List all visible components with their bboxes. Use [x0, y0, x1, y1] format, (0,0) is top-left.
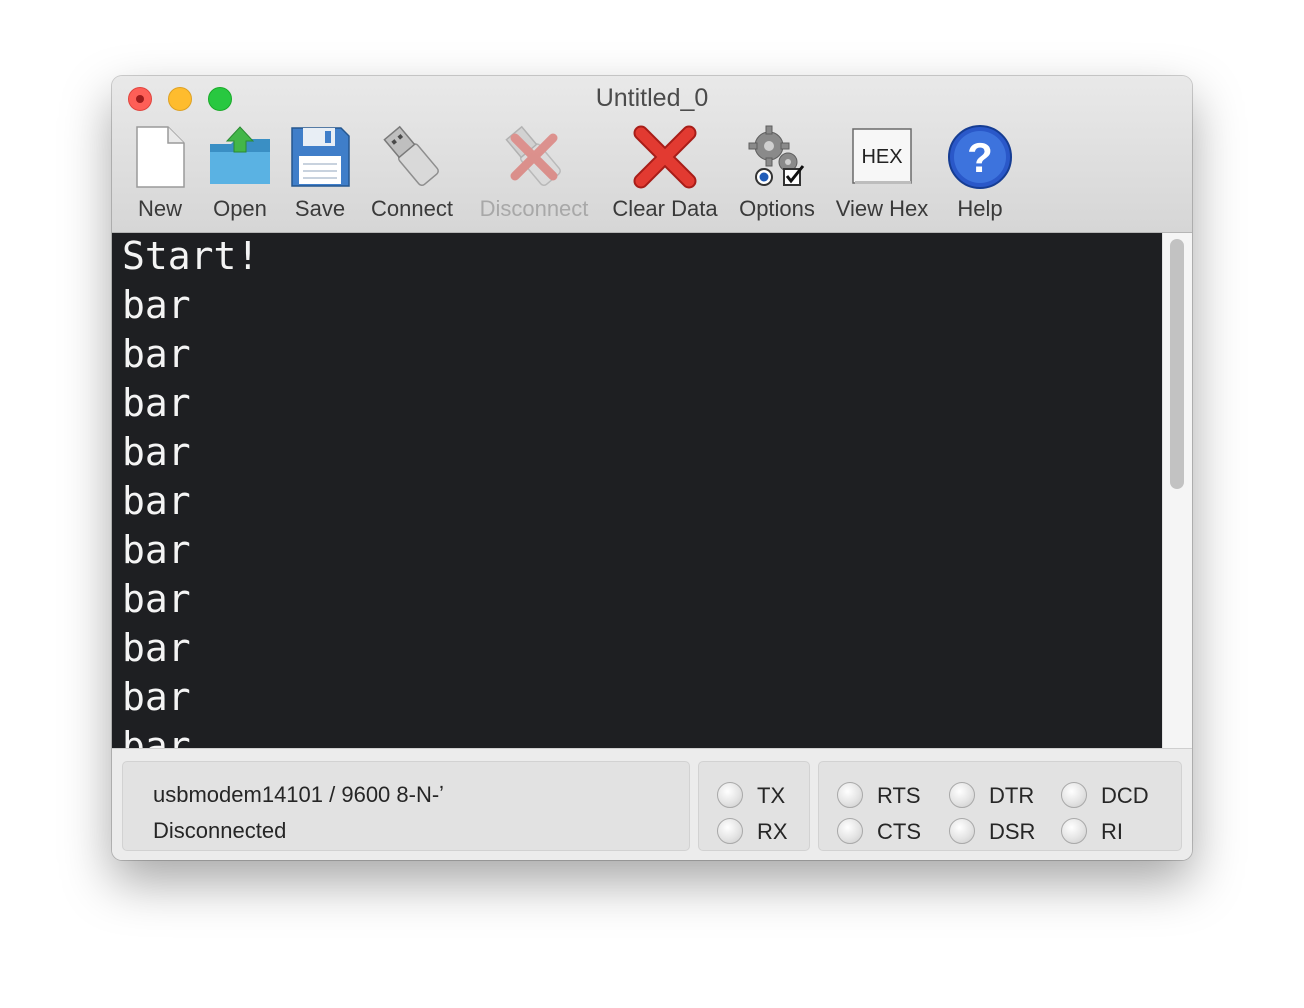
rts-label: RTS — [877, 783, 921, 808]
terminal-line: bar — [122, 626, 191, 670]
tx-indicator-light — [717, 782, 743, 808]
serial-terminal-window: Untitled_0 New Open Save Connect Disconn… — [112, 76, 1192, 860]
svg-text:?: ? — [967, 134, 993, 181]
connect-button[interactable]: Connect — [364, 124, 460, 224]
vertical-scrollbar[interactable] — [1162, 233, 1192, 748]
terminal-line: bar — [122, 332, 191, 376]
open-label: Open — [213, 196, 267, 221]
rx-label: RX — [757, 819, 788, 844]
terminal-line: bar — [122, 577, 191, 621]
dcd-label: DCD — [1101, 783, 1149, 808]
signal-lines-panel: RTS CTS DTR DSR DCD RI — [818, 761, 1182, 851]
connection-info-panel: usbmodem14101 / 9600 8-N-ʼ Disconnected — [122, 761, 690, 851]
new-button[interactable]: New — [128, 124, 192, 224]
new-document-icon — [136, 126, 185, 188]
hex-icon-text: HEX — [861, 146, 902, 168]
clear-data-label: Clear Data — [612, 196, 718, 221]
clear-data-button[interactable]: Clear Data — [608, 124, 722, 224]
port-info-text: usbmodem14101 / 9600 8-N-ʼ — [153, 782, 445, 807]
help-button[interactable]: ? Help — [944, 124, 1016, 224]
view-hex-button[interactable]: HEX View Hex — [832, 124, 932, 224]
rx-indicator-light — [717, 818, 743, 844]
cts-indicator-light — [837, 818, 863, 844]
open-folder-icon — [210, 126, 270, 184]
usb-plug-icon — [383, 125, 439, 187]
terminal-line: Start! — [122, 234, 260, 278]
view-hex-label: View Hex — [835, 196, 929, 221]
open-button[interactable]: Open — [204, 124, 276, 224]
floppy-disk-icon — [291, 127, 350, 187]
disconnect-button[interactable]: Disconnect — [474, 124, 594, 224]
terminal-line: bar — [122, 528, 191, 572]
terminal-output[interactable]: Start! bar bar bar bar bar bar bar bar b… — [112, 233, 1162, 748]
dtr-label: DTR — [989, 783, 1035, 808]
save-label: Save — [294, 196, 346, 221]
terminal-line: bar — [122, 381, 191, 425]
status-bar: usbmodem14101 / 9600 8-N-ʼ Disconnected … — [112, 748, 1192, 860]
terminal-line: bar — [122, 724, 191, 748]
cts-label: CTS — [877, 819, 921, 844]
titlebar: Untitled_0 New Open Save Connect Disconn… — [112, 76, 1192, 233]
red-x-icon — [633, 125, 697, 189]
window-title: Untitled_0 — [595, 84, 709, 112]
ri-indicator-light — [1061, 818, 1087, 844]
help-label: Help — [957, 196, 1003, 221]
disconnect-label: Disconnect — [479, 196, 589, 221]
new-label: New — [137, 196, 182, 221]
hex-icon: HEX — [852, 128, 912, 184]
scrollbar-thumb[interactable] — [1170, 239, 1184, 489]
gears-options-icon — [748, 125, 805, 186]
dcd-indicator-light — [1061, 782, 1087, 808]
connection-status-text: Disconnected — [153, 818, 287, 843]
tx-label: TX — [757, 783, 786, 808]
usb-disconnect-icon — [505, 125, 561, 187]
save-button[interactable]: Save — [288, 124, 352, 224]
terminal-line: bar — [122, 283, 191, 327]
options-label: Options — [739, 196, 815, 221]
txrx-panel: TX RX — [698, 761, 810, 851]
help-question-icon: ? — [948, 125, 1012, 189]
terminal-line: bar — [122, 479, 191, 523]
terminal-line: bar — [122, 675, 191, 719]
terminal-line: bar — [122, 430, 191, 474]
connect-label: Connect — [371, 196, 453, 221]
options-button[interactable]: Options — [734, 124, 820, 224]
dsr-indicator-light — [949, 818, 975, 844]
ri-label: RI — [1101, 819, 1123, 844]
dsr-label: DSR — [989, 819, 1036, 844]
dtr-indicator-light — [949, 782, 975, 808]
rts-indicator-light — [837, 782, 863, 808]
